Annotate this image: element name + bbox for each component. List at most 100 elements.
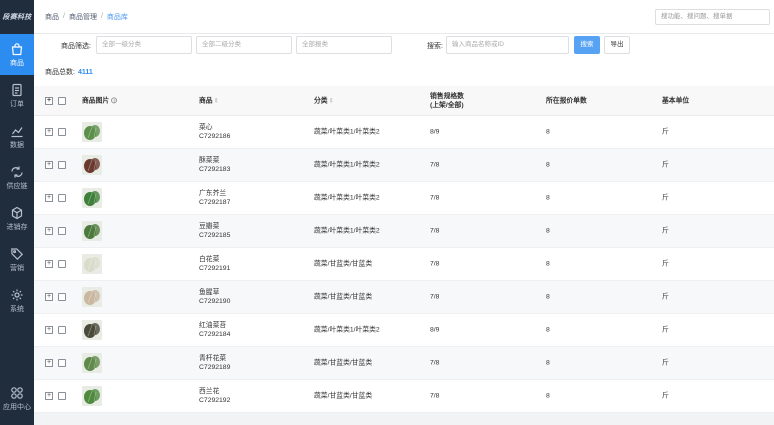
- row-checkbox[interactable]: [58, 194, 66, 202]
- table-row: + 青杆花菜 C7292189 蔬菜/甘蓝类/甘蓝类 7/8 8 斤: [34, 347, 774, 380]
- product-image[interactable]: [82, 386, 102, 406]
- nav-item-marketing[interactable]: 营销: [0, 239, 34, 280]
- row-checkbox[interactable]: [58, 227, 66, 235]
- product-cell: 青杆花菜 C7292189: [199, 354, 230, 372]
- product-image[interactable]: [82, 353, 102, 373]
- nav-item-inventory[interactable]: 进销存: [0, 198, 34, 239]
- spec-cell: 8/9: [430, 128, 440, 136]
- product-id: C7292191: [199, 265, 231, 272]
- category-cell: 蔬菜/甘蓝类/甘蓝类: [314, 392, 373, 400]
- category-cell: 蔬菜/叶菜类1/叶菜类2: [314, 194, 380, 202]
- expand-row-icon[interactable]: +: [45, 161, 53, 169]
- nav-item-app-center[interactable]: 应用中心: [0, 378, 34, 419]
- header-image: 商品图片?: [82, 96, 118, 104]
- nav-item-data[interactable]: 数据: [0, 116, 34, 157]
- product-image[interactable]: [82, 155, 102, 175]
- help-icon[interactable]: ?: [111, 97, 118, 104]
- quote-cell: 8: [546, 128, 550, 136]
- expand-row-icon[interactable]: +: [45, 326, 53, 334]
- category1-select[interactable]: 全部一级分类: [96, 36, 192, 54]
- product-cell: 西兰花 C7292192: [199, 387, 230, 405]
- product-search-input[interactable]: 输入商品名称或ID: [446, 36, 569, 54]
- product-image[interactable]: [82, 254, 102, 274]
- product-name[interactable]: 酥菜菜: [199, 156, 230, 165]
- type-select[interactable]: 全部报类: [296, 36, 392, 54]
- search-button[interactable]: 搜索: [574, 36, 600, 54]
- spec-cell: 7/8: [430, 293, 440, 301]
- sort-icon: ⇕: [213, 97, 219, 104]
- breadcrumb-item[interactable]: 商品管理: [69, 12, 97, 22]
- product-name[interactable]: 青杆花菜: [199, 354, 230, 363]
- header-product[interactable]: 商品⇕: [199, 96, 219, 105]
- row-checkbox[interactable]: [58, 392, 66, 400]
- breadcrumb-separator: /: [63, 13, 65, 20]
- quote-cell: 8: [546, 359, 550, 367]
- expand-row-icon[interactable]: +: [45, 194, 53, 202]
- search-label: 搜索:: [427, 43, 443, 50]
- product-name[interactable]: 豆瓣菜: [199, 222, 230, 231]
- spec-cell: 7/8: [430, 161, 440, 169]
- product-table: + 商品图片? 商品⇕ 分类⇕ 销售规格数 (上架/全部) 所在报价单数 基本单位…: [34, 86, 774, 425]
- nav-item-products[interactable]: 商品: [0, 34, 34, 75]
- category-cell: 蔬菜/叶菜类1/叶菜类2: [314, 227, 380, 235]
- product-image[interactable]: [82, 122, 102, 142]
- supply-chain-icon: [11, 166, 23, 177]
- product-image[interactable]: [82, 188, 102, 208]
- nav-item-supply-chain[interactable]: 供应链: [0, 157, 34, 198]
- apps-icon: [11, 386, 23, 399]
- unit-cell: 斤: [662, 260, 669, 268]
- row-checkbox[interactable]: [58, 260, 66, 268]
- row-checkbox[interactable]: [58, 359, 66, 367]
- nav-label: 系统: [10, 305, 24, 313]
- table-row: + 鱼腥草 C7292190 蔬菜/甘蓝类/甘蓝类 7/8 8 斤: [34, 281, 774, 314]
- table-row: + 酥菜菜 C7292183 蔬菜/叶菜类1/叶菜类2 7/8 8 斤: [34, 149, 774, 182]
- expand-row-icon[interactable]: +: [45, 227, 53, 235]
- product-name[interactable]: 西兰花: [199, 387, 230, 396]
- breadcrumb-item[interactable]: 商品: [45, 12, 59, 22]
- product-image[interactable]: [82, 320, 102, 340]
- category-cell: 蔬菜/甘蓝类/甘蓝类: [314, 293, 373, 301]
- export-button[interactable]: 导出: [604, 36, 630, 54]
- header-quote: 所在报价单数: [546, 96, 587, 104]
- expand-row-icon[interactable]: +: [45, 392, 53, 400]
- nav-label: 应用中心: [3, 403, 31, 411]
- row-checkbox[interactable]: [58, 326, 66, 334]
- nav-item-system[interactable]: 系统: [0, 280, 34, 321]
- quote-cell: 8: [546, 392, 550, 400]
- breadcrumb: 商品 / 商品管理 / 商品库: [45, 12, 128, 22]
- product-cell: 酥菜菜 C7292183: [199, 156, 230, 174]
- global-search-input[interactable]: 搜功能、搜问题、搜单据: [655, 9, 770, 25]
- product-image[interactable]: [82, 221, 102, 241]
- nav-item-orders[interactable]: 订单: [0, 75, 34, 116]
- category2-select[interactable]: 全部二级分类: [196, 36, 292, 54]
- row-checkbox[interactable]: [58, 161, 66, 169]
- expand-row-icon[interactable]: +: [45, 128, 53, 136]
- product-id: C7292187: [199, 199, 231, 206]
- spec-cell: 7/8: [430, 359, 440, 367]
- expand-row-icon[interactable]: +: [45, 260, 53, 268]
- expand-row-icon[interactable]: +: [45, 359, 53, 367]
- product-name[interactable]: 白花菜: [199, 255, 230, 264]
- header-category[interactable]: 分类⇕: [314, 96, 334, 105]
- nav-label: 营销: [10, 264, 24, 272]
- select-all-checkbox[interactable]: [58, 96, 66, 105]
- product-name[interactable]: 广东芥兰: [199, 189, 230, 198]
- quote-cell: 8: [546, 293, 550, 301]
- product-name[interactable]: 红油菜苔: [199, 321, 230, 330]
- row-checkbox[interactable]: [58, 293, 66, 301]
- table-row: + 菜心 C7292186 蔬菜/叶菜类1/叶菜类2 8/9 8 斤: [34, 116, 774, 149]
- expand-all-icon[interactable]: +: [45, 96, 53, 105]
- unit-cell: 斤: [662, 392, 669, 400]
- quote-cell: 8: [546, 326, 550, 334]
- header-unit: 基本单位: [662, 96, 690, 104]
- product-cell: 豆瓣菜 C7292185: [199, 222, 230, 240]
- expand-row-icon[interactable]: +: [45, 293, 53, 301]
- category-cell: 蔬菜/甘蓝类/甘蓝类: [314, 260, 373, 268]
- product-name[interactable]: 菜心: [199, 123, 230, 132]
- product-cell: 红油菜苔 C7292184: [199, 321, 230, 339]
- product-name[interactable]: 鱼腥草: [199, 288, 230, 297]
- row-checkbox[interactable]: [58, 128, 66, 136]
- breadcrumb-separator: /: [100, 13, 103, 20]
- product-image[interactable]: [82, 287, 102, 307]
- bag-icon: [11, 42, 23, 55]
